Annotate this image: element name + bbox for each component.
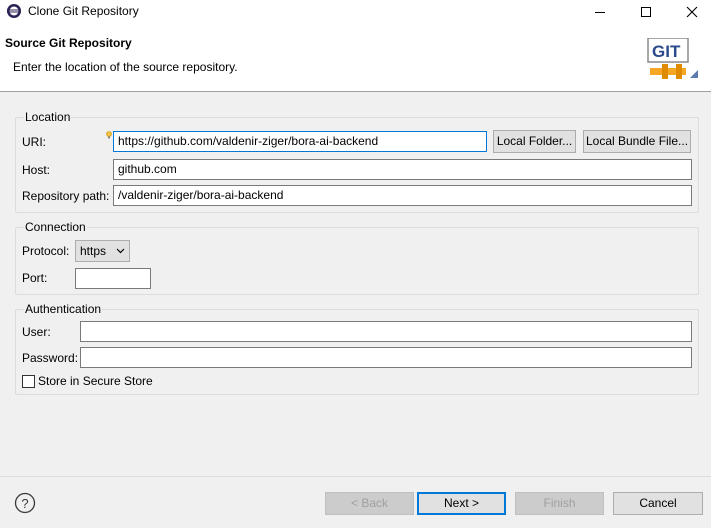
maximize-icon: [641, 7, 651, 17]
protocol-value: https: [80, 244, 107, 258]
host-input[interactable]: github.com: [113, 159, 692, 180]
git-logo-icon: GIT: [647, 38, 698, 79]
chevron-down-icon: [116, 248, 125, 254]
maximize-button[interactable]: [623, 0, 669, 24]
port-input[interactable]: [75, 268, 151, 289]
footer-separator: [0, 476, 711, 477]
cancel-button[interactable]: Cancel: [613, 492, 703, 515]
page-description: Enter the location of the source reposit…: [13, 60, 238, 74]
protocol-select[interactable]: https: [75, 240, 130, 262]
close-icon: [686, 6, 698, 18]
connection-legend: Connection: [24, 220, 87, 234]
next-button[interactable]: Next >: [417, 492, 506, 515]
back-button[interactable]: < Back: [325, 492, 414, 515]
uri-label: URI:: [22, 135, 46, 149]
content-assist-bulb-icon: [106, 131, 112, 139]
uri-input[interactable]: https://github.com/valdenir-ziger/bora-a…: [113, 131, 487, 152]
page-title: Source Git Repository: [5, 36, 132, 50]
git-logo-text: GIT: [652, 42, 681, 61]
minimize-icon: [595, 12, 605, 13]
eclipse-icon: [7, 4, 21, 18]
close-button[interactable]: [669, 0, 711, 24]
password-input[interactable]: [80, 347, 692, 368]
host-label: Host:: [22, 163, 51, 177]
user-input[interactable]: [80, 321, 692, 342]
finish-button[interactable]: Finish: [515, 492, 604, 515]
local-folder-button[interactable]: Local Folder...: [493, 130, 576, 153]
password-label: Password:: [22, 351, 79, 365]
svg-text:?: ?: [21, 496, 28, 511]
help-icon[interactable]: ?: [14, 492, 36, 514]
location-legend: Location: [24, 110, 72, 124]
secure-store-label[interactable]: Store in Secure Store: [38, 374, 153, 388]
user-label: User:: [22, 325, 51, 339]
wizard-header: Source Git Repository Enter the location…: [0, 24, 711, 92]
window-title: Clone Git Repository: [28, 4, 139, 18]
minimize-button[interactable]: [577, 0, 623, 24]
repository-path-label: Repository path:: [22, 189, 110, 203]
local-bundle-file-button[interactable]: Local Bundle File...: [583, 130, 691, 153]
protocol-label: Protocol:: [22, 244, 70, 258]
title-bar: Clone Git Repository: [0, 0, 711, 24]
port-label: Port:: [22, 271, 48, 285]
secure-store-checkbox[interactable]: [22, 375, 35, 388]
repository-path-input[interactable]: /valdenir-ziger/bora-ai-backend: [113, 185, 692, 206]
authentication-legend: Authentication: [24, 302, 103, 316]
right-edge: [702, 92, 711, 528]
